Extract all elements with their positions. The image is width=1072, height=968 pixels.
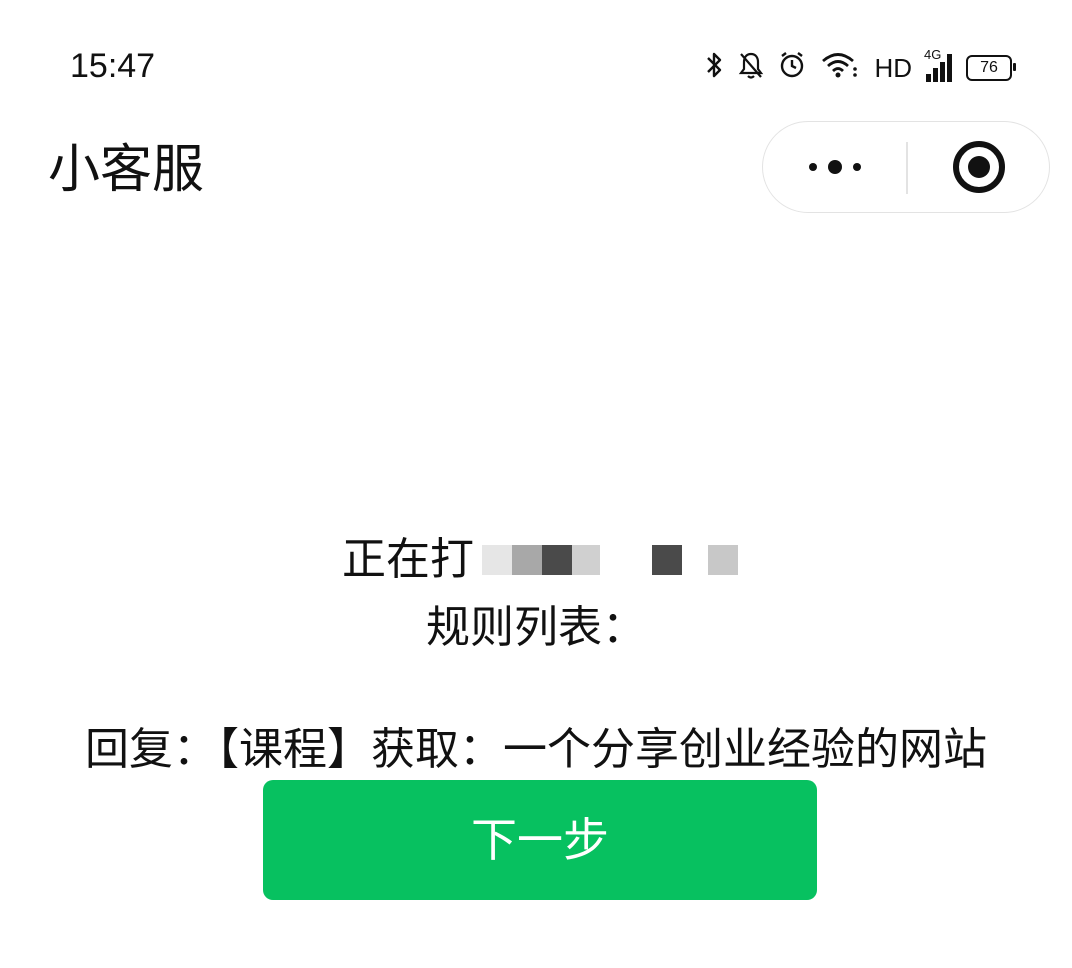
battery-icon: 76 — [966, 55, 1016, 81]
mosaic-block — [572, 545, 600, 575]
target-close-icon — [952, 141, 1005, 193]
status-bar: 15:47 HD 4G 76 — [0, 0, 1072, 100]
more-button[interactable] — [763, 122, 906, 212]
mosaic-block — [542, 545, 572, 575]
capsule-menu — [762, 121, 1050, 213]
mosaic-block — [482, 545, 512, 575]
more-dots-icon — [808, 160, 861, 174]
status-time: 15:47 — [70, 47, 156, 85]
bluetooth-icon — [704, 50, 724, 86]
message-line-3: 回复：【课程】获取：一个分享创业经验的网站 — [85, 724, 987, 775]
hd-label: HD — [874, 53, 912, 83]
signal-icon: 4G — [924, 48, 952, 82]
signal-label: 4G — [924, 47, 942, 62]
mosaic-block — [708, 545, 738, 575]
wifi-icon — [820, 50, 860, 86]
alarm-icon — [778, 50, 806, 86]
status-icons: HD 4G 76 — [704, 48, 1016, 88]
close-button[interactable] — [908, 122, 1049, 212]
message-line-2: 规则列表： — [426, 602, 646, 653]
mosaic-block — [652, 545, 682, 575]
mini-program-page: 15:47 HD 4G 76 小客服 正在打 规则列表： 回复：【课程】获取：一… — [0, 0, 1072, 968]
message-line-1-text: 正在打 — [342, 534, 474, 585]
mosaic-block — [512, 545, 542, 575]
mute-icon — [738, 50, 764, 86]
page-title: 小客服 — [48, 140, 205, 200]
next-step-button[interactable]: 下一步 — [263, 780, 817, 900]
